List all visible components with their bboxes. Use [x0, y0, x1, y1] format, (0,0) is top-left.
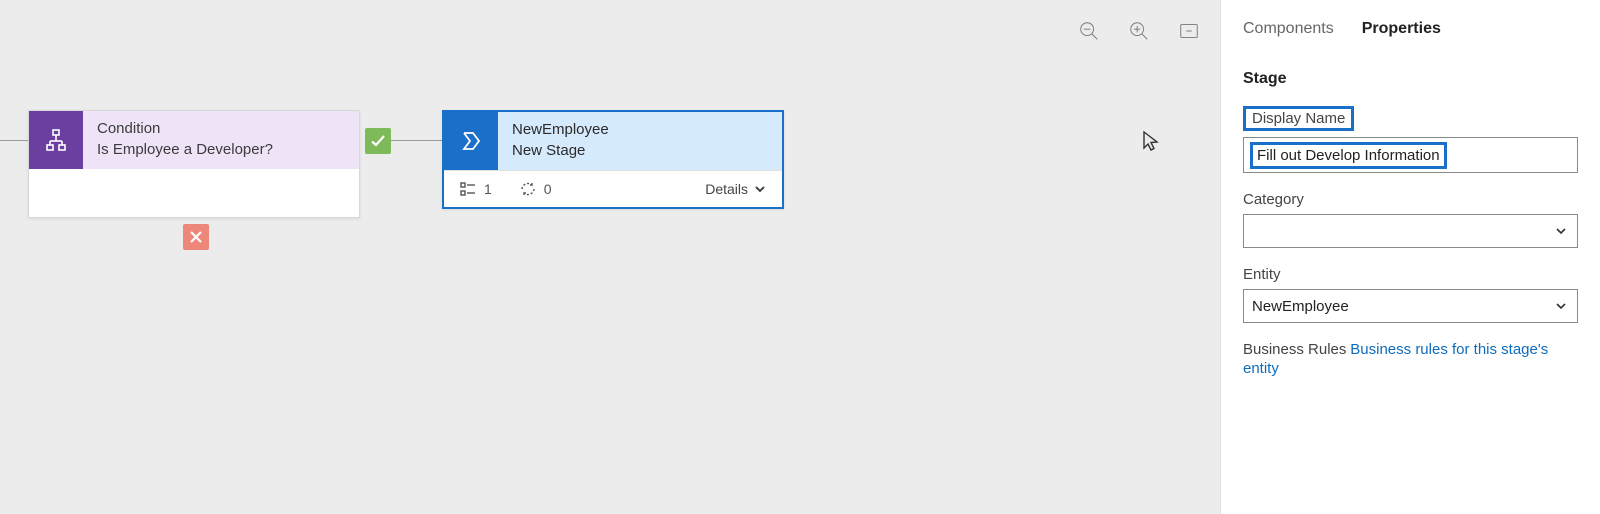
panel-tabs: Components Properties	[1243, 16, 1578, 46]
stage-entity-label: NewEmployee	[512, 121, 609, 140]
designer-canvas[interactable]: Condition Is Employee a Developer? NewEm…	[0, 0, 1220, 514]
condition-no-badge[interactable]	[183, 224, 209, 250]
entity-select[interactable]: NewEmployee	[1243, 289, 1578, 323]
properties-panel: Components Properties Stage Display Name…	[1220, 0, 1600, 514]
close-icon	[189, 230, 203, 244]
display-name-label: Display Name	[1243, 106, 1354, 131]
condition-type-label: Condition	[97, 120, 273, 139]
condition-text: Condition Is Employee a Developer?	[83, 111, 287, 169]
steps-icon	[460, 181, 476, 197]
condition-icon-cell	[29, 111, 83, 169]
condition-title: Is Employee a Developer?	[97, 141, 273, 160]
condition-yes-badge[interactable]	[365, 128, 391, 154]
mouse-cursor-icon	[1142, 130, 1160, 155]
stage-chevron-icon	[459, 129, 483, 153]
business-rules-label: Business Rules	[1243, 341, 1346, 358]
condition-node[interactable]: Condition Is Employee a Developer?	[28, 110, 360, 218]
field-display-name: Display Name Fill out Develop Informatio…	[1243, 106, 1578, 173]
field-entity: Entity NewEmployee	[1243, 266, 1578, 323]
panel-section-title: Stage	[1243, 70, 1578, 88]
tab-properties[interactable]: Properties	[1362, 16, 1441, 42]
condition-branch-icon	[44, 128, 68, 152]
zoom-out-button[interactable]	[1078, 20, 1100, 42]
fit-screen-icon	[1178, 20, 1200, 42]
stage-steps-count: 1	[460, 181, 492, 197]
field-category: Category	[1243, 191, 1578, 248]
stage-processes-value: 0	[544, 181, 552, 197]
connector-yes-line	[391, 140, 442, 141]
canvas-toolbar	[1078, 20, 1200, 42]
zoom-in-icon	[1128, 20, 1150, 42]
display-name-input[interactable]: Fill out Develop Information	[1250, 142, 1447, 169]
stage-icon-cell	[444, 112, 498, 170]
stage-details-toggle[interactable]: Details	[705, 181, 766, 197]
stage-header: NewEmployee New Stage	[444, 112, 782, 170]
category-select[interactable]	[1243, 214, 1578, 248]
entity-label: Entity	[1243, 266, 1281, 283]
stage-details-label: Details	[705, 181, 748, 197]
stage-processes-count: 0	[520, 181, 552, 197]
check-icon	[370, 133, 386, 149]
edge-in-connector	[0, 140, 28, 141]
zoom-out-icon	[1078, 20, 1100, 42]
stage-body: 1 0 Details	[444, 170, 782, 207]
display-name-input-wrap[interactable]: Fill out Develop Information	[1243, 137, 1578, 173]
stage-node[interactable]: NewEmployee New Stage 1	[442, 110, 784, 209]
field-business-rules: Business Rules Business rules for this s…	[1243, 341, 1578, 377]
stage-text: NewEmployee New Stage	[498, 112, 623, 170]
chevron-down-icon	[754, 183, 766, 195]
zoom-in-button[interactable]	[1128, 20, 1150, 42]
tab-components[interactable]: Components	[1243, 16, 1334, 42]
process-cycle-icon	[520, 181, 536, 197]
condition-header: Condition Is Employee a Developer?	[29, 111, 359, 169]
stage-steps-value: 1	[484, 181, 492, 197]
app-root: Condition Is Employee a Developer? NewEm…	[0, 0, 1600, 514]
category-label: Category	[1243, 191, 1304, 208]
stage-title: New Stage	[512, 142, 609, 161]
fit-screen-button[interactable]	[1178, 20, 1200, 42]
